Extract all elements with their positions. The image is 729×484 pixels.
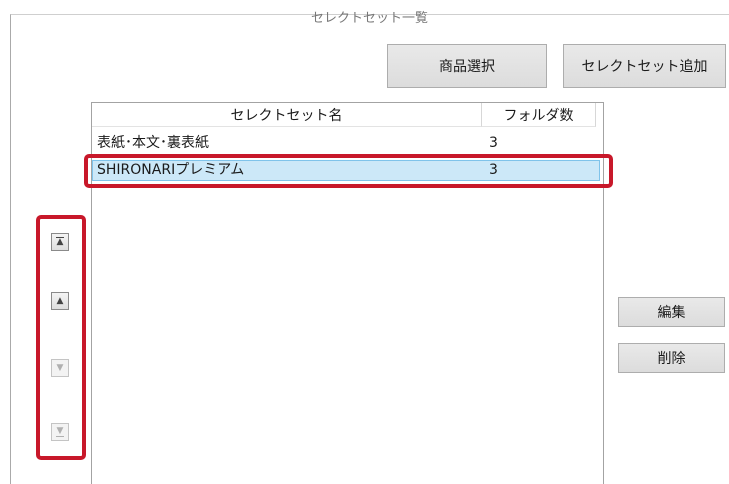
move-down-button[interactable]: ▼ xyxy=(51,359,69,377)
selectset-list[interactable]: セレクトセット名 フォルダ数 表紙･本文･裏表紙 3 SHIRONARIプレミア… xyxy=(91,102,604,484)
edit-button[interactable]: 編集 xyxy=(618,297,725,327)
column-header-selectset-name[interactable]: セレクトセット名 xyxy=(92,103,482,127)
move-to-top-icon: ▲ xyxy=(56,237,64,247)
select-product-button[interactable]: 商品選択 xyxy=(387,44,547,88)
add-selectset-button[interactable]: セレクトセット追加 xyxy=(563,44,726,88)
move-up-icon: ▲ xyxy=(56,295,64,306)
list-item-selected[interactable]: SHIRONARIプレミアム 3 xyxy=(92,160,600,181)
delete-button[interactable]: 削除 xyxy=(618,343,725,373)
list-item[interactable]: 表紙･本文･裏表紙 3 xyxy=(92,133,603,154)
move-to-bottom-icon: ▼ xyxy=(56,426,64,437)
move-to-top-button[interactable]: ▲ xyxy=(51,233,69,251)
selectset-name-cell: 表紙･本文･裏表紙 xyxy=(97,135,209,151)
selectset-name-cell: SHIRONARIプレミアム xyxy=(97,162,245,178)
move-to-bottom-button[interactable]: ▼ xyxy=(51,423,69,441)
column-header-folder-count[interactable]: フォルダ数 xyxy=(482,103,596,127)
move-down-icon: ▼ xyxy=(56,362,64,373)
folder-count-cell: 3 xyxy=(489,135,498,151)
folder-count-cell: 3 xyxy=(489,162,498,178)
dialog-title: セレクトセット一覧 xyxy=(311,11,429,26)
move-up-button[interactable]: ▲ xyxy=(51,292,69,310)
